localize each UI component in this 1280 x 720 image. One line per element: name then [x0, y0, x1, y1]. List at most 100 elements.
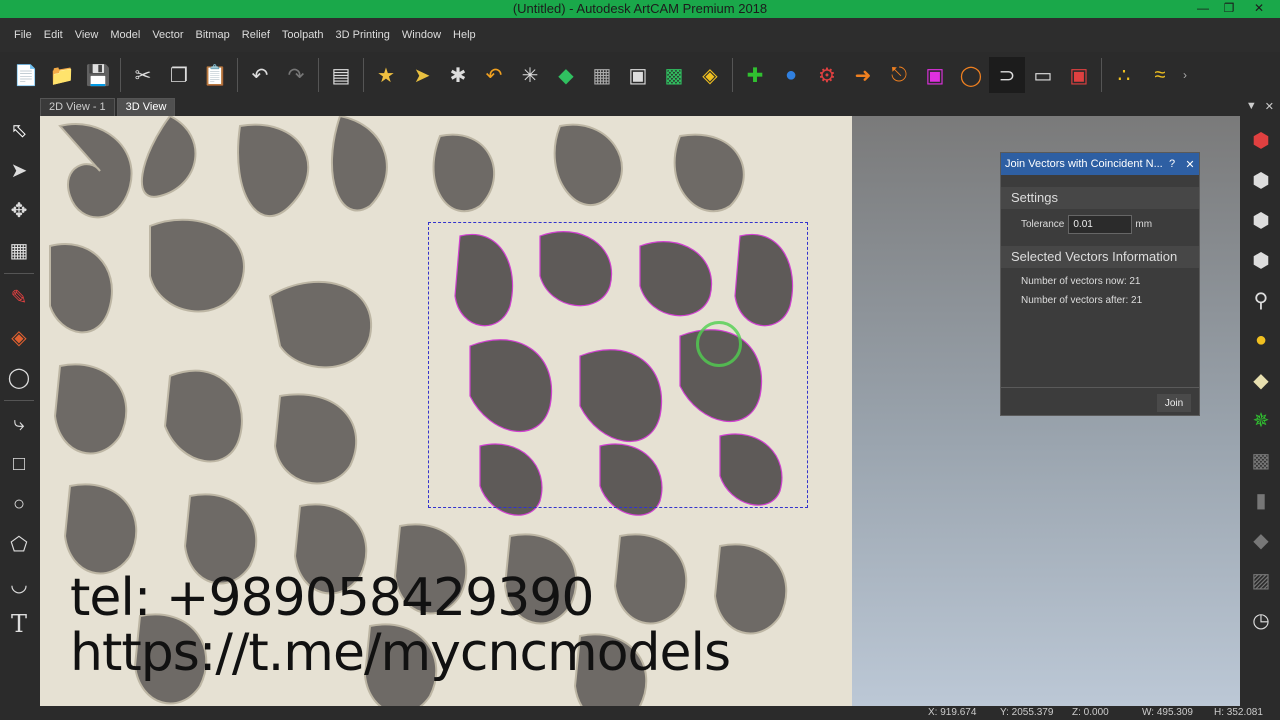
node-edit-icon[interactable]: ➤: [0, 150, 38, 190]
copy-icon[interactable]: ❐: [161, 57, 197, 93]
zoom-icon[interactable]: ⚲: [1242, 280, 1280, 320]
toolbar-divider: [1101, 58, 1102, 92]
status-bar: X: 919.674 Y: 2055.379 Z: 0.000 W: 495.3…: [0, 706, 1280, 720]
transform-icon[interactable]: ▣: [1061, 57, 1097, 93]
menu-relief[interactable]: Relief: [236, 29, 276, 41]
transform-icon[interactable]: ✥: [0, 190, 38, 230]
rectangle-icon[interactable]: □: [0, 444, 38, 484]
polyline-icon[interactable]: ⤷: [0, 404, 38, 444]
gear-icon[interactable]: ⚙: [809, 57, 845, 93]
menu-3d-printing[interactable]: 3D Printing: [329, 29, 395, 41]
new-file-icon[interactable]: 📄: [8, 57, 44, 93]
dropdown-icon[interactable]: ▼: [1246, 100, 1257, 113]
tab-3d-view[interactable]: 3D View: [116, 98, 176, 116]
view-iso-icon[interactable]: ⬢: [1242, 120, 1280, 160]
points-icon[interactable]: ∴: [1106, 57, 1142, 93]
watermark-url: https://t.me/mycncmodels: [70, 622, 731, 683]
right-toolbar: ⬢ ⬢ ⬢ ⬢ ⚲ ● ◆ ✵ ▩ ▮ ◆ ▨ ◷: [1242, 120, 1280, 705]
selection-box: [428, 222, 808, 508]
join-button[interactable]: Join: [1157, 394, 1191, 412]
mirror-icon[interactable]: ➜: [845, 57, 881, 93]
grid-icon[interactable]: ▦: [0, 230, 38, 270]
vectors-after: Number of vectors after: 21: [1021, 295, 1143, 306]
shape-icon[interactable]: ◯: [953, 57, 989, 93]
help-icon[interactable]: ?: [1163, 158, 1181, 170]
model-icon[interactable]: ▨: [1242, 560, 1280, 600]
save-icon[interactable]: 💾: [80, 57, 116, 93]
light-icon[interactable]: ●: [1242, 320, 1280, 360]
left-toolbar-divider: [4, 400, 34, 401]
arc-icon[interactable]: ◡: [0, 564, 38, 604]
select-icon[interactable]: ⬁: [0, 110, 38, 150]
rounded-rect-icon[interactable]: ▭: [1025, 57, 1061, 93]
add-icon[interactable]: ✚: [737, 57, 773, 93]
notes-icon[interactable]: ▤: [323, 57, 359, 93]
info-header[interactable]: Selected Vectors Information: [1001, 246, 1199, 268]
view-side-icon[interactable]: ⬢: [1242, 240, 1280, 280]
clock-icon[interactable]: ◷: [1242, 600, 1280, 640]
menu-view[interactable]: View: [69, 29, 105, 41]
tabs-controls: ▼ ✕: [1246, 100, 1274, 113]
relief-icon[interactable]: ◆: [548, 57, 584, 93]
relief-icon[interactable]: ▩: [1242, 440, 1280, 480]
view-top-icon[interactable]: ⬢: [1242, 160, 1280, 200]
toolbar-divider: [363, 58, 364, 92]
select-node-icon[interactable]: ▣: [917, 57, 953, 93]
join-vectors-dialog: Join Vectors with Coincident N... ? ✕ Se…: [1000, 152, 1200, 416]
menu-toolpath[interactable]: Toolpath: [276, 29, 330, 41]
vector-icon[interactable]: ➤: [404, 57, 440, 93]
toolbar-divider: [318, 58, 319, 92]
paste-icon[interactable]: 📋: [197, 57, 233, 93]
menu-bitmap[interactable]: Bitmap: [190, 29, 236, 41]
settings-header[interactable]: Settings: [1001, 187, 1199, 209]
tolerance-input[interactable]: [1068, 215, 1133, 234]
chevron-right-icon[interactable]: ›: [1178, 57, 1192, 93]
menu-window[interactable]: Window: [396, 29, 447, 41]
axes-icon[interactable]: ✵: [1242, 400, 1280, 440]
restore-icon[interactable]: ❐: [1216, 0, 1242, 17]
cursor-highlight: [696, 321, 742, 367]
trim-icon[interactable]: ✱: [440, 57, 476, 93]
offset-icon[interactable]: ▣: [620, 57, 656, 93]
status-w: W: 495.309: [1142, 707, 1193, 718]
fillet-icon[interactable]: ↶: [476, 57, 512, 93]
measure-icon[interactable]: ◯: [0, 357, 38, 397]
block-icon[interactable]: ◆: [1242, 520, 1280, 560]
close-icon[interactable]: ✕: [1242, 0, 1276, 17]
cylinder-icon[interactable]: ▮: [1242, 480, 1280, 520]
wave-icon[interactable]: ≈: [1142, 57, 1178, 93]
toolbar-divider: [237, 58, 238, 92]
eraser-icon[interactable]: ◈: [0, 317, 38, 357]
weld-icon[interactable]: ◈: [692, 57, 728, 93]
menu-edit[interactable]: Edit: [38, 29, 69, 41]
circle-icon[interactable]: ○: [0, 484, 38, 524]
status-z: Z: 0.000: [1072, 707, 1109, 718]
cut-icon[interactable]: ✂: [125, 57, 161, 93]
join-icon[interactable]: ⊃: [989, 57, 1025, 93]
group-icon[interactable]: ▩: [656, 57, 692, 93]
redo-icon[interactable]: ↷: [278, 57, 314, 93]
tab-2d-view[interactable]: 2D View - 1: [40, 98, 115, 116]
watermark-phone: tel: +989058429390: [70, 568, 594, 628]
dialog-title: Join Vectors with Coincident N...: [1005, 158, 1163, 170]
pencil-icon[interactable]: ✎: [0, 277, 38, 317]
menu-file[interactable]: File: [8, 29, 38, 41]
close-icon[interactable]: ✕: [1181, 158, 1199, 171]
minimize-icon[interactable]: —: [1190, 0, 1216, 17]
menu-help[interactable]: Help: [447, 29, 482, 41]
title-bar: (Untitled) - Autodesk ArtCAM Premium 201…: [0, 0, 1280, 18]
undo-icon[interactable]: ↶: [242, 57, 278, 93]
layers-icon[interactable]: ▦: [584, 57, 620, 93]
sphere-icon[interactable]: ●: [773, 57, 809, 93]
view-front-icon[interactable]: ⬢: [1242, 200, 1280, 240]
menu-model[interactable]: Model: [104, 29, 146, 41]
import-icon[interactable]: ★: [368, 57, 404, 93]
polygon-icon[interactable]: ⬠: [0, 524, 38, 564]
menu-vector[interactable]: Vector: [146, 29, 189, 41]
text-icon[interactable]: T: [0, 604, 38, 644]
node-icon[interactable]: ⎋: [881, 57, 917, 93]
open-folder-icon[interactable]: 📁: [44, 57, 80, 93]
star-icon[interactable]: ✳: [512, 57, 548, 93]
layers-icon[interactable]: ◆: [1242, 360, 1280, 400]
close-view-icon[interactable]: ✕: [1265, 100, 1274, 113]
